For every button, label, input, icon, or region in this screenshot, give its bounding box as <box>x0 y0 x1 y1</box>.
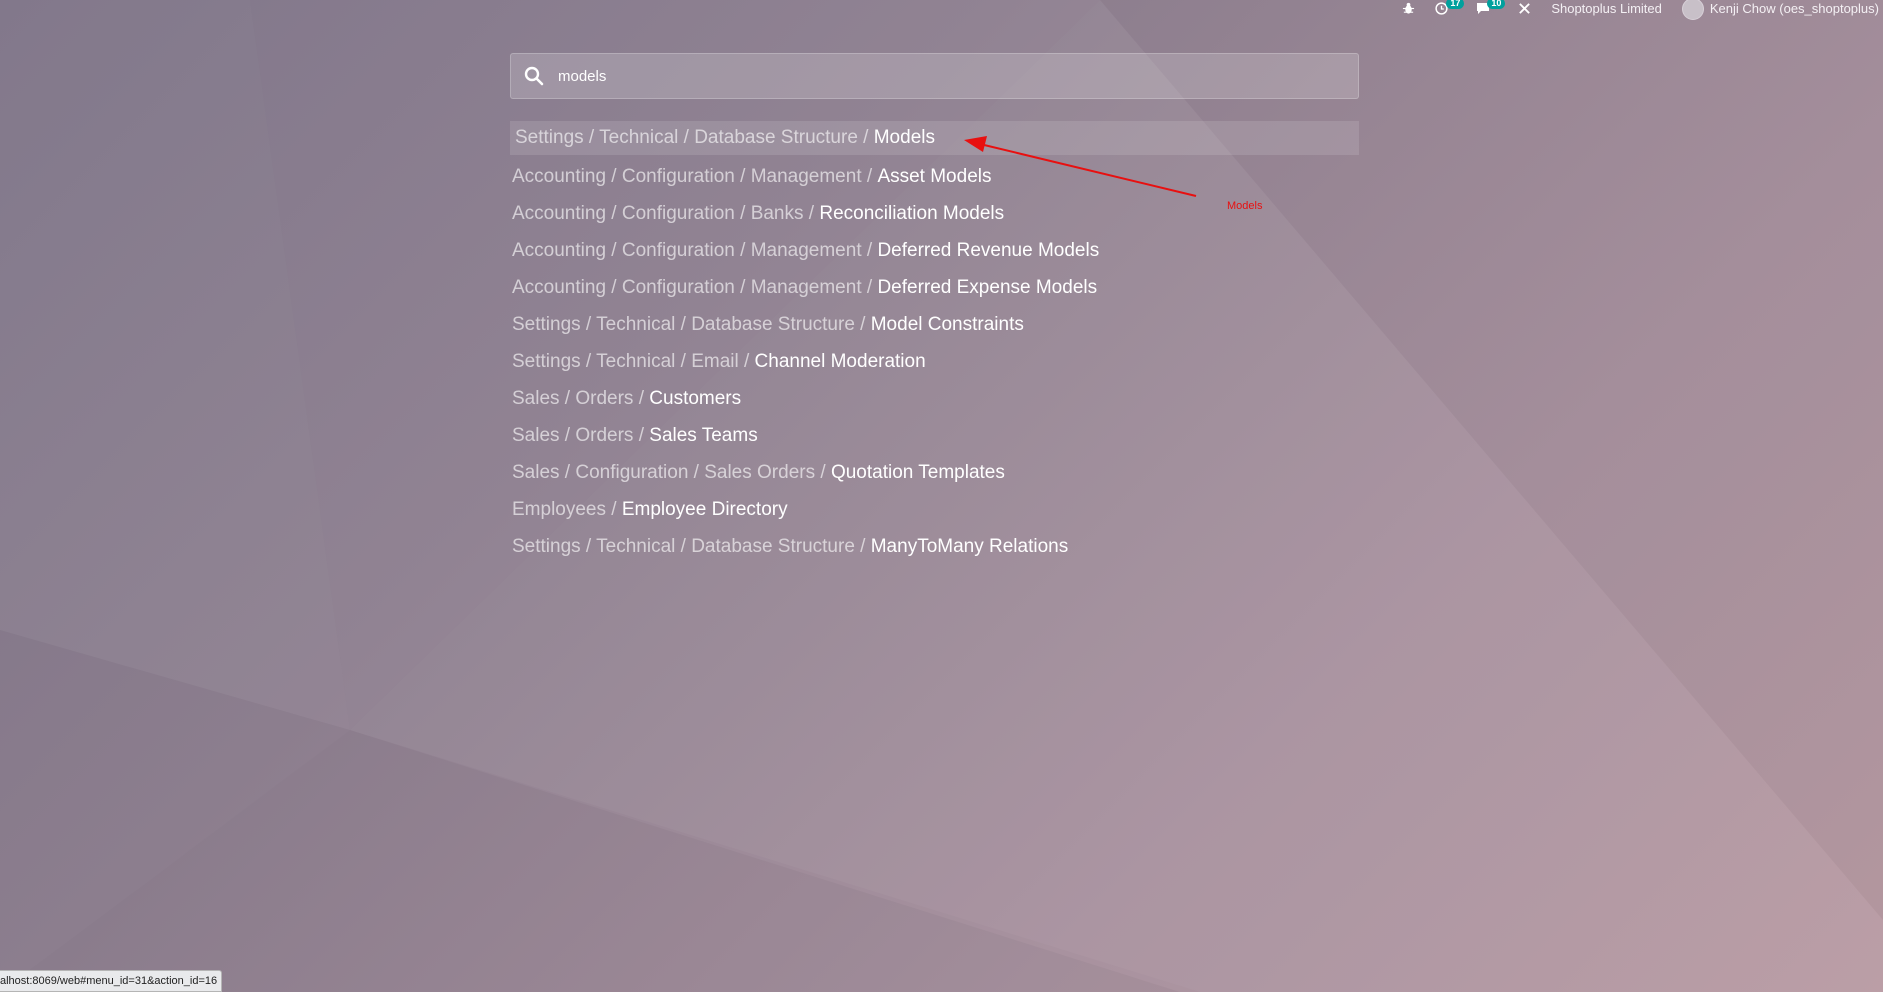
annotation-label: Models <box>1227 200 1263 212</box>
result-leaf: Models <box>873 127 935 148</box>
result-leaf: Employee Directory <box>621 499 788 520</box>
result-path: Sales / Orders / <box>512 388 650 409</box>
activity-menu[interactable]: 17 <box>1435 0 1465 15</box>
result-item[interactable]: Settings / Technical / Database Structur… <box>510 121 1359 155</box>
result-path: Settings / Technical / Email / <box>512 351 755 372</box>
result-item[interactable]: Employees / Employee Directory <box>510 491 1359 528</box>
company-switcher[interactable]: Shoptoplus Limited <box>1551 1 1662 16</box>
messaging-menu[interactable]: 10 <box>1476 0 1506 15</box>
result-path: Settings / Technical / Database Structur… <box>512 536 871 557</box>
result-item[interactable]: Settings / Technical / Database Structur… <box>510 528 1359 565</box>
result-path: Accounting / Configuration / Management … <box>512 240 878 261</box>
result-item[interactable]: Sales / Orders / Customers <box>510 380 1359 417</box>
result-item[interactable]: Settings / Technical / Database Structur… <box>510 306 1359 343</box>
activity-count-badge: 17 <box>1446 0 1465 9</box>
result-item[interactable]: Accounting / Configuration / Management … <box>510 232 1359 269</box>
search-input[interactable] <box>556 66 1320 86</box>
company-name: Shoptoplus Limited <box>1551 0 1662 16</box>
result-leaf: Channel Moderation <box>754 351 926 372</box>
result-leaf: Asset Models <box>877 166 992 187</box>
result-path: Sales / Orders / <box>512 425 650 446</box>
result-leaf: Deferred Expense Models <box>877 277 1098 298</box>
search-icon <box>524 66 544 86</box>
result-item[interactable]: Accounting / Configuration / Management … <box>510 158 1359 195</box>
menu-search-box[interactable] <box>510 53 1359 99</box>
result-path: Accounting / Configuration / Banks / <box>512 203 820 224</box>
result-leaf: Reconciliation Models <box>819 203 1005 224</box>
debug-icon[interactable] <box>1402 2 1415 15</box>
top-navbar: 17 10 Shoptoplus Limited Kenji Chow (oes… <box>1402 0 1883 20</box>
user-name: Kenji Chow (oes_shoptoplus) <box>1709 0 1879 16</box>
result-item[interactable]: Accounting / Configuration / Management … <box>510 269 1359 306</box>
status-bar-url: alhost:8069/web#menu_id=31&action_id=16 <box>0 970 223 992</box>
search-results-list: Settings / Technical / Database Structur… <box>510 121 1359 565</box>
messages-count-badge: 10 <box>1487 0 1506 9</box>
avatar <box>1681 0 1704 20</box>
result-path: Employees / <box>512 499 622 520</box>
result-leaf: ManyToMany Relations <box>870 536 1069 557</box>
result-leaf: Sales Teams <box>649 425 758 446</box>
result-path: Settings / Technical / Database Structur… <box>515 127 874 148</box>
result-path: Accounting / Configuration / Management … <box>512 166 878 187</box>
result-path: Accounting / Configuration / Management … <box>512 277 878 298</box>
result-item[interactable]: Settings / Technical / Email / Channel M… <box>510 343 1359 380</box>
result-leaf: Model Constraints <box>870 314 1024 335</box>
result-leaf: Customers <box>649 388 742 409</box>
result-leaf: Quotation Templates <box>830 462 1005 483</box>
tools-icon[interactable] <box>1518 2 1531 15</box>
user-menu[interactable]: Kenji Chow (oes_shoptoplus) <box>1681 0 1879 20</box>
result-item[interactable]: Sales / Orders / Sales Teams <box>510 417 1359 454</box>
result-path: Settings / Technical / Database Structur… <box>512 314 871 335</box>
result-leaf: Deferred Revenue Models <box>877 240 1100 261</box>
result-item[interactable]: Sales / Configuration / Sales Orders / Q… <box>510 454 1359 491</box>
result-path: Sales / Configuration / Sales Orders / <box>512 462 831 483</box>
